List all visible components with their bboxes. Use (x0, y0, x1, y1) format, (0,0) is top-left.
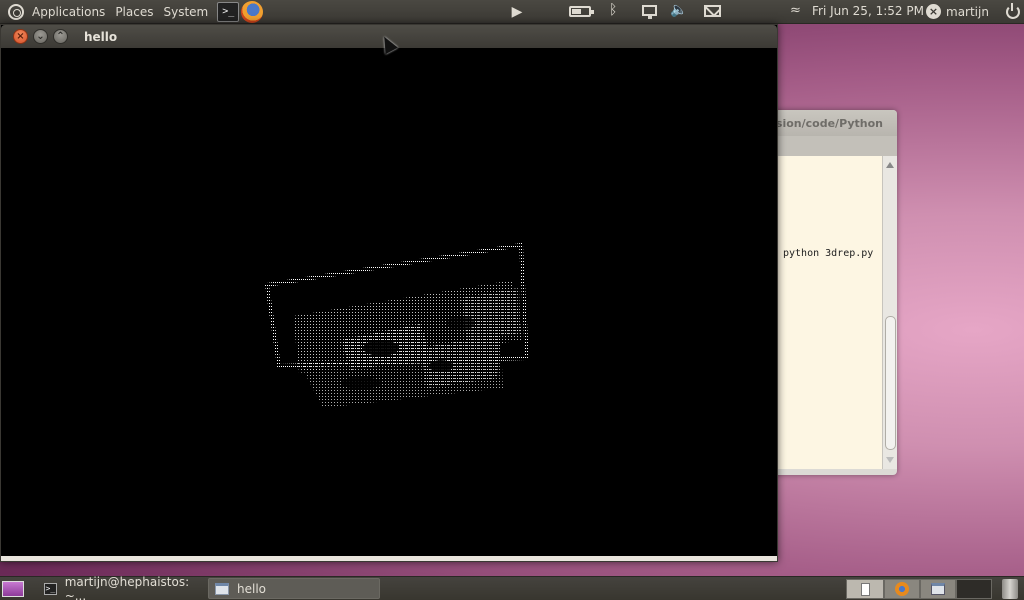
firefox-icon (895, 582, 909, 596)
terminal-menubar[interactable] (760, 136, 897, 156)
terminal-scrollbar[interactable] (882, 156, 897, 469)
workspace-3[interactable] (920, 579, 956, 599)
workspace-1[interactable] (846, 579, 884, 599)
places-menu-label: Places (115, 4, 154, 19)
close-icon[interactable]: × (13, 29, 28, 44)
workspace-2[interactable] (884, 579, 920, 599)
places-menu[interactable]: Places (110, 0, 158, 24)
workspace-switcher[interactable] (846, 579, 994, 599)
workspace-4[interactable] (956, 579, 992, 599)
terminal-title[interactable]: sion/code/Python (760, 110, 897, 136)
system-menu-label: System (163, 4, 209, 19)
minimize-icon[interactable]: ⌄ (33, 29, 48, 44)
document-icon (860, 582, 870, 596)
user-status-icon: × (926, 4, 941, 19)
taskbar-terminal-button[interactable]: >_ martijn@hephaistos: ~... (38, 574, 204, 600)
terminal-launcher-icon[interactable]: >_ (217, 1, 240, 22)
trash-icon[interactable] (1002, 579, 1018, 599)
user-name: martijn (946, 4, 989, 19)
firefox-launcher-icon[interactable] (241, 0, 264, 23)
applications-menu-label: Applications (32, 4, 106, 19)
point-cloud-render (264, 242, 530, 408)
display-icon[interactable] (642, 5, 657, 19)
point-cloud-canvas[interactable] (1, 48, 777, 557)
clock[interactable]: Fri Jun 25, 1:52 PM (812, 4, 924, 18)
user-menu[interactable]: × martijn (914, 4, 994, 19)
show-desktop-icon[interactable] (2, 580, 24, 597)
bottom-panel: >_ martijn@hephaistos: ~... hello (0, 574, 1024, 600)
media-player-icon[interactable]: ▶ (506, 3, 528, 21)
applications-menu[interactable]: Applications (0, 0, 110, 24)
window-icon (931, 583, 945, 595)
taskbar-hello-label: hello (237, 581, 266, 596)
background-terminal-window[interactable]: sion/code/Python python 3drep.py (760, 110, 897, 475)
terminal-output[interactable]: python 3drep.py (778, 156, 882, 469)
power-icon[interactable] (1006, 3, 1020, 19)
battery-icon[interactable] (569, 6, 594, 17)
taskbar-terminal-label: martijn@hephaistos: ~... (64, 574, 190, 600)
top-panel: Applications Places System >_ ▶ ᛒ 🔈 ≈ Fr… (0, 0, 1024, 24)
scroll-up-icon[interactable] (886, 162, 894, 168)
taskbar-hello-button[interactable]: hello (208, 578, 380, 599)
hello-window-bottom-edge (1, 556, 777, 561)
system-menu[interactable]: System (158, 0, 213, 24)
maximize-icon[interactable]: ⌃ (53, 29, 68, 44)
hello-window[interactable]: × ⌄ ⌃ hello (0, 24, 778, 562)
hello-window-title: hello (84, 29, 118, 44)
mail-icon[interactable] (704, 5, 721, 17)
volume-icon[interactable]: 🔈 (670, 2, 687, 18)
terminal-task-icon: >_ (44, 582, 57, 595)
ubuntu-logo-icon (8, 3, 24, 20)
wifi-icon[interactable]: ≈ (790, 3, 801, 18)
window-task-icon (215, 582, 229, 595)
bluetooth-icon[interactable]: ᛒ (609, 2, 617, 18)
scrollbar-thumb[interactable] (885, 316, 896, 450)
scroll-down-icon[interactable] (886, 457, 894, 463)
terminal-command-line: python 3drep.py (783, 248, 874, 259)
